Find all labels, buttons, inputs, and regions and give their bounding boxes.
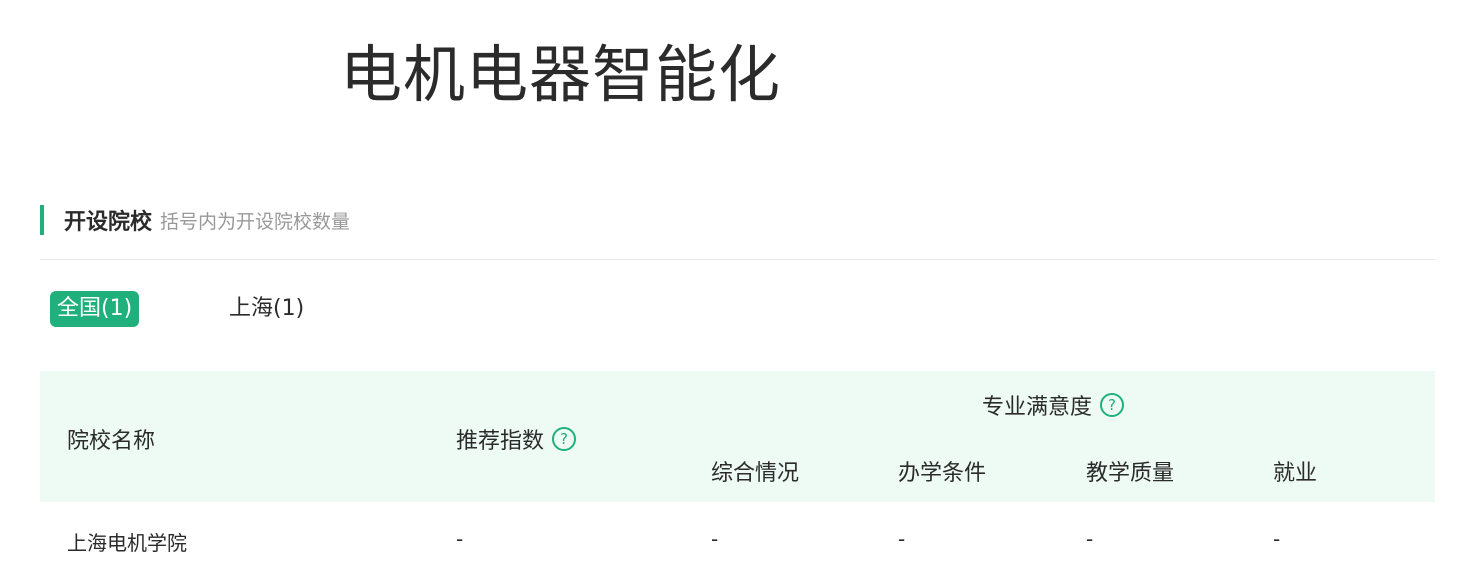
header-satisfaction-label: 专业满意度 [982,395,1093,420]
cell-conditions: - [898,527,906,551]
section-header: 开设院校 括号内为开设院校数量 [40,205,350,235]
tab-shanghai[interactable]: 上海(1) [229,291,304,327]
question-circle-icon[interactable]: ? [1100,393,1125,417]
header-school-name: 院校名称 [67,429,156,454]
cell-recommend-index: - [456,527,464,551]
page-title: 电机电器智能化 [340,38,782,111]
header-satisfaction: 专业满意度? [982,389,1125,421]
header-employment: 就业 [1273,461,1318,486]
cell-quality: - [1086,527,1094,551]
section-subtitle: 括号内为开设院校数量 [160,210,351,233]
section-title: 开设院校 [64,210,153,235]
cell-school-name[interactable]: 上海电机学院 [67,527,187,556]
section-divider [40,259,1435,260]
question-circle-icon[interactable]: ? [552,427,577,451]
table-header: 院校名称 推荐指数? 专业满意度? 综合情况 办学条件 教学质量 就业 [40,371,1435,502]
header-quality: 教学质量 [1086,461,1175,486]
cell-overall: - [711,527,719,551]
cell-employment: - [1273,527,1281,551]
header-recommend-index-label: 推荐指数 [456,429,545,454]
header-conditions: 办学条件 [898,461,987,486]
header-overall: 综合情况 [711,461,800,486]
header-recommend-index: 推荐指数? [456,423,577,455]
section-accent-bar [40,205,44,235]
tab-national[interactable]: 全国(1) [50,291,140,327]
